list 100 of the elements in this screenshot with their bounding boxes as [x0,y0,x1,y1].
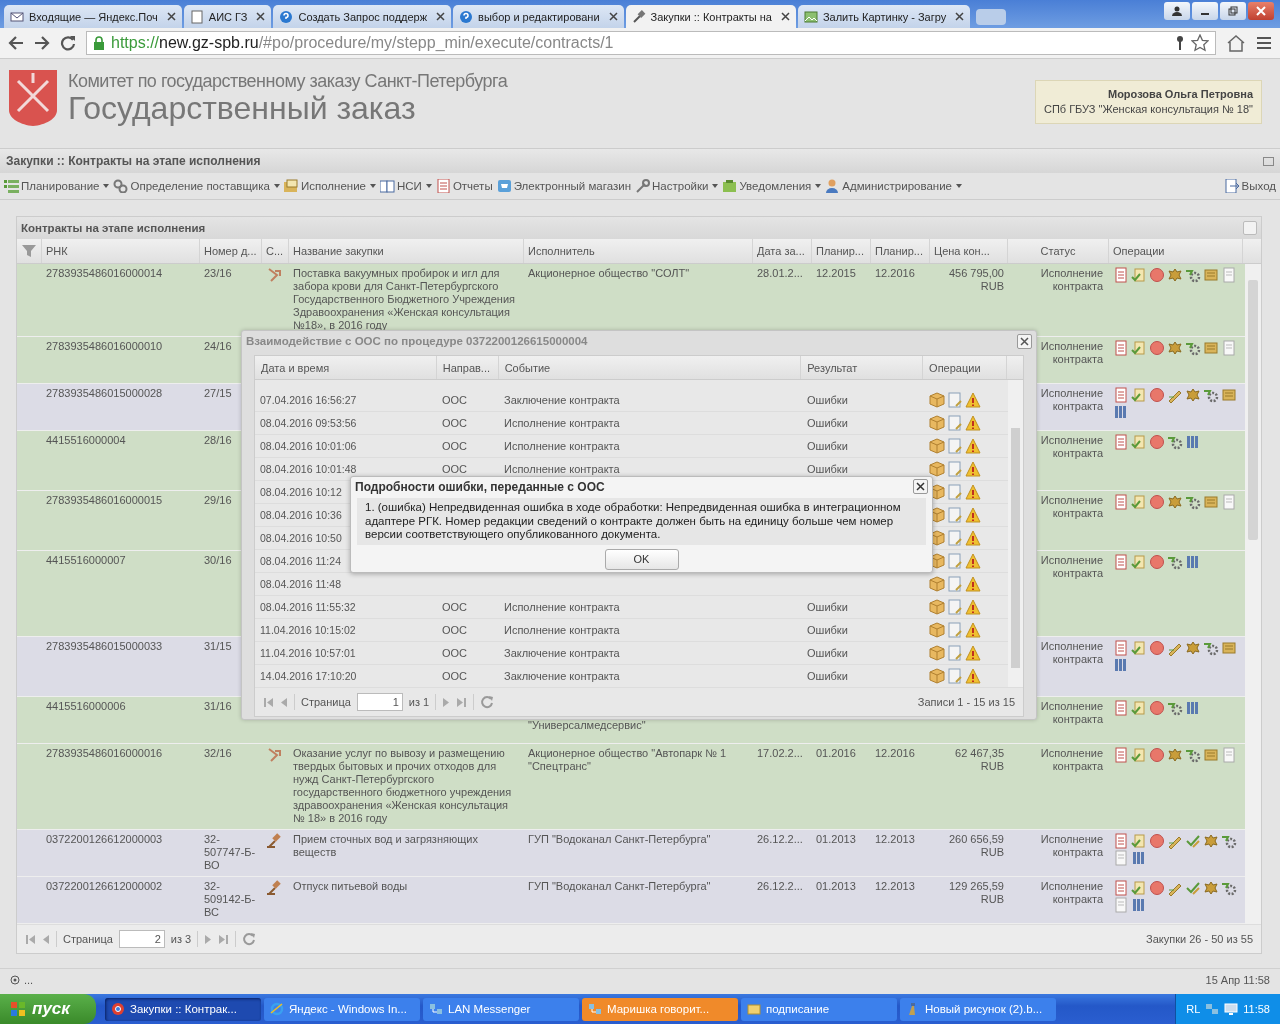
stop-icon[interactable] [1149,267,1165,283]
warning-icon[interactable] [965,668,981,684]
warning-icon[interactable] [965,599,981,615]
ledger-icon[interactable] [1221,387,1237,403]
notebook-icon[interactable] [1113,494,1129,510]
notebook-icon[interactable] [1113,267,1129,283]
document-icon[interactable] [947,461,963,477]
binders-icon[interactable] [1185,700,1201,716]
monitor-icon[interactable] [1224,1002,1239,1016]
refresh-icon[interactable] [480,695,495,709]
language-indicator[interactable]: RL [1186,1003,1201,1015]
document-icon[interactable] [947,530,963,546]
document-icon[interactable] [947,553,963,569]
close-icon[interactable] [608,12,618,21]
column-header[interactable]: Планир... [871,239,930,263]
emblem-icon[interactable] [1167,340,1183,356]
previous-page-icon[interactable] [280,696,288,708]
stop-icon[interactable] [1149,880,1165,896]
document-check-icon[interactable] [1131,640,1147,656]
document-icon[interactable] [947,392,963,408]
maximize-button[interactable] [1220,2,1246,20]
taskbar-button[interactable]: Яндекс - Windows In... [264,997,420,1021]
stop-icon[interactable] [1149,340,1165,356]
pen-check-icon[interactable] [1185,880,1201,896]
document-check-icon[interactable] [1131,387,1147,403]
column-header[interactable]: С... [262,239,289,263]
first-page-icon[interactable] [25,933,36,945]
profile-button[interactable] [1164,2,1190,20]
taskbar-button[interactable]: Новый рисунок (2).b... [900,997,1056,1021]
page-icon[interactable] [1221,340,1237,356]
box-icon[interactable] [929,438,945,454]
emblem-icon[interactable] [1203,833,1219,849]
ledger-icon[interactable] [1203,267,1219,283]
notebook-icon[interactable] [1113,340,1129,356]
filter-icon[interactable] [21,244,37,258]
menu-item[interactable]: Исполнение [284,179,376,193]
taskbar-button[interactable]: подписание [741,997,897,1021]
column-header[interactable]: Операции [923,356,1007,379]
document-icon[interactable] [947,484,963,500]
page-input[interactable]: 1 [356,693,403,711]
refresh-icon[interactable] [242,932,257,946]
column-header[interactable]: Операции [1109,239,1243,263]
document-icon[interactable] [947,438,963,454]
page-icon[interactable] [1113,897,1129,913]
menu-item[interactable]: Определение поставщика [113,179,280,193]
bookmark-star-icon[interactable] [1191,34,1209,52]
last-page-icon[interactable] [218,933,230,945]
table-row[interactable]: 11.04.2016 10:57:01 ООС Заключение контракта Ошибки [255,642,1008,665]
close-icon[interactable] [955,12,965,21]
menu-item[interactable]: Отчеты [435,179,493,193]
document-icon[interactable] [947,507,963,523]
ledger-icon[interactable] [1203,340,1219,356]
browser-tab[interactable]: АИС ГЗ [183,5,272,28]
column-header[interactable]: Дата за... [753,239,812,263]
close-button[interactable] [1017,333,1032,349]
warning-icon[interactable] [965,392,981,408]
column-header[interactable]: Планир... [812,239,871,263]
warning-icon[interactable] [965,415,981,431]
pen-check-icon[interactable] [1185,833,1201,849]
next-page-icon[interactable] [442,696,451,708]
warning-icon[interactable] [965,576,981,592]
column-header[interactable]: Номер д... [200,239,262,263]
new-tab-button[interactable] [976,9,1007,25]
column-header[interactable]: Событие [498,356,802,379]
minimize-button[interactable] [1192,2,1218,20]
notebook-icon[interactable] [1113,747,1129,763]
box-icon[interactable] [929,415,945,431]
warning-icon[interactable] [965,438,981,454]
logout-button[interactable]: Выход [1224,179,1276,193]
box-icon[interactable] [929,668,945,684]
previous-page-icon[interactable] [42,933,50,945]
address-bar[interactable]: https://new.gz-spb.ru/#po/procedure/my/stepp_min/execute/contracts/1 [86,31,1216,55]
close-icon[interactable] [166,12,176,21]
close-icon[interactable] [436,12,446,21]
warning-icon[interactable] [965,461,981,477]
start-button[interactable]: пуск [0,994,96,1024]
page-input[interactable]: 2 [118,930,165,948]
table-row[interactable]: 08.04.2016 09:53:56 ООС Исполнение контракта Ошибки [255,412,1008,435]
binders-icon[interactable] [1185,434,1201,450]
document-check-icon[interactable] [1131,880,1147,896]
table-row[interactable] [17,264,1245,337]
taskbar-button[interactable]: LAN Messenger [423,997,579,1021]
document-icon[interactable] [947,599,963,615]
back-icon[interactable] [8,36,24,50]
scrollbar[interactable] [1245,264,1261,924]
close-button[interactable] [1248,2,1274,20]
column-header[interactable]: РНК [42,239,200,263]
close-button[interactable] [913,479,928,494]
stop-icon[interactable] [1149,640,1165,656]
box-icon[interactable] [929,645,945,661]
notebook-icon[interactable] [1113,387,1129,403]
binders-icon[interactable] [1131,850,1147,866]
warning-icon[interactable] [965,484,981,500]
document-check-icon[interactable] [1131,434,1147,450]
notebook-icon[interactable] [1113,700,1129,716]
box-icon[interactable] [929,392,945,408]
menu-icon[interactable] [1256,36,1272,50]
document-icon[interactable] [947,415,963,431]
table-row[interactable]: 0372200126612000002 32-509142-Б-ВС Отпуск питьевой воды ГУП "Водоканал Санкт-Петербурга" 26.12.2... 01.2013 12.2013 129 265,59 RUB Исполнение контракта [17,877,1245,924]
emblem-icon[interactable] [1203,880,1219,896]
